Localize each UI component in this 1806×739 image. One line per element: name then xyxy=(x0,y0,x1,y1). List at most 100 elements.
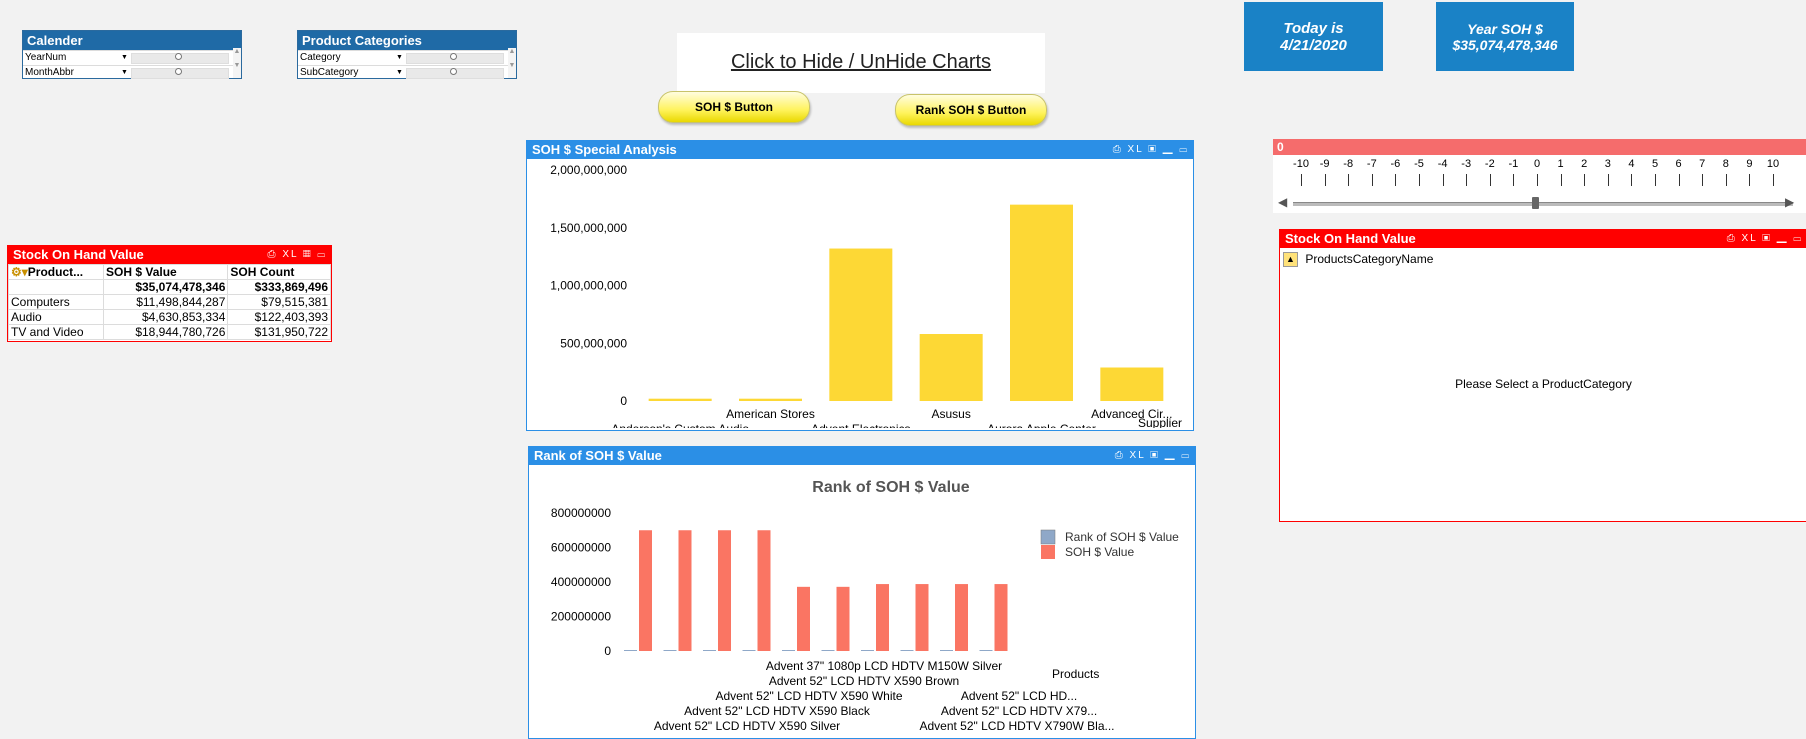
xl-export-icon[interactable]: XL xyxy=(282,249,298,260)
chart-icon[interactable]: ▦ xyxy=(303,249,313,260)
dimension-row[interactable]: ▲ ProductsCategoryName xyxy=(1283,252,1433,268)
legend-swatch xyxy=(1040,529,1056,545)
xl-export-icon[interactable]: XL xyxy=(1742,233,1758,244)
column-header[interactable]: SOH Count xyxy=(227,264,331,280)
toggle-charts-link[interactable]: Click to Hide / UnHide Charts xyxy=(731,51,991,74)
maximize-icon[interactable]: ▭ xyxy=(1793,233,1803,244)
table-row[interactable]: TV and Video $18,944,780,726 $131,950,72… xyxy=(8,324,331,340)
ruler-tick xyxy=(1513,174,1515,186)
print-icon[interactable]: ⎙ xyxy=(1115,450,1125,461)
scrollbar[interactable]: ▲ ▼ xyxy=(508,48,516,78)
rank-soh-button[interactable]: Rank SOH $ Button xyxy=(895,94,1047,126)
table-row[interactable]: Audio $4,630,853,334 $122,403,393 xyxy=(8,309,331,325)
x-tick-label: Advent 52" LCD HDTV X790W Bla... xyxy=(919,719,1114,733)
print-icon[interactable]: ⎙ xyxy=(268,249,278,260)
slider-knob-icon[interactable] xyxy=(175,68,182,75)
chart-title: Rank of SOH $ Value xyxy=(812,479,969,496)
slider-thumb[interactable] xyxy=(1532,197,1539,209)
column-header[interactable]: ⚙▾Product... xyxy=(8,264,104,280)
slider-track[interactable] xyxy=(1293,202,1793,206)
ruler-tick xyxy=(1489,174,1491,186)
x-axis-label: Supplier xyxy=(1138,416,1182,428)
print-icon[interactable]: ⎙ xyxy=(1727,233,1737,244)
table-cell[interactable]: TV and Video xyxy=(8,324,104,340)
ruler-tick xyxy=(1773,174,1774,186)
maximize-icon[interactable]: ▭ xyxy=(1181,450,1191,461)
maximize-icon[interactable]: ▭ xyxy=(1179,144,1189,155)
today-date: 4/21/2020 xyxy=(1280,36,1347,54)
toggle-charts-box[interactable]: Click to Hide / UnHide Charts xyxy=(677,33,1045,93)
y-tick-label: 1,000,000,000 xyxy=(550,279,627,293)
slider-right-arrow-icon[interactable]: ▶ xyxy=(1785,195,1794,209)
scrollbar[interactable]: ▲ ▼ xyxy=(233,48,241,78)
x-tick-label: Advent 52" LCD HDTV X590 Silver xyxy=(654,719,840,733)
table-cell[interactable]: Computers xyxy=(8,294,104,310)
dropdown-arrow-icon[interactable]: ▼ xyxy=(121,66,128,80)
ruler-tick-label: 5 xyxy=(1651,158,1659,170)
slider-knob-icon[interactable] xyxy=(175,53,182,60)
category-row[interactable]: Category ▼ xyxy=(298,50,516,65)
rank-title: Rank of SOH $ Value xyxy=(534,448,662,463)
ruler-tick xyxy=(1607,174,1609,186)
bar xyxy=(739,398,802,401)
year-soh-label: Year SOH $ xyxy=(1467,20,1543,37)
table-cell xyxy=(8,279,104,295)
x-tick-label: Advent 52" LCD HDTV X590 Black xyxy=(684,704,871,718)
dropdown-arrow-icon[interactable]: ▼ xyxy=(396,66,403,80)
maximize-icon[interactable]: ▭ xyxy=(317,249,327,260)
x-tick-label: Advent 52" LCD HDTV X590 Brown xyxy=(769,674,959,688)
bar-soh-value xyxy=(797,586,810,651)
y-tick-label: 0 xyxy=(620,394,627,408)
ruler-tick-label: -8 xyxy=(1343,158,1354,170)
rank-chart: Rank of SOH $ Value 800000000 600000000 400… xyxy=(551,479,1179,733)
product-categories-listbox: Product Categories Category ▼ SubCategor… xyxy=(297,30,517,79)
ruler-tick-label: -10 xyxy=(1293,158,1309,170)
product-categories-title: Product Categories xyxy=(298,31,516,50)
slider-left-arrow-icon[interactable]: ◀ xyxy=(1278,195,1287,209)
calendar-yearnum-row[interactable]: YearNum ▼ xyxy=(23,50,241,65)
fit-icon[interactable]: ▣ xyxy=(1148,144,1158,155)
slider-knob-icon[interactable] xyxy=(450,53,457,60)
bar-soh-value xyxy=(994,584,1008,651)
x-tick-label: Anderson's Custom Audio xyxy=(611,422,749,428)
table-row[interactable]: Computers $11,498,844,287 $79,515,381 xyxy=(8,294,331,310)
dropdown-arrow-icon[interactable]: ▼ xyxy=(396,51,403,65)
legend-swatch xyxy=(1041,545,1055,559)
sort-icon[interactable]: ⚙▾ xyxy=(11,265,28,279)
xl-export-icon[interactable]: XL xyxy=(1130,450,1146,461)
ruler-tick xyxy=(1442,174,1444,186)
xl-export-icon[interactable]: XL xyxy=(1128,144,1144,155)
caption-tools[interactable]: ⎙ XL ▦ ▭ xyxy=(268,246,327,264)
soh-button[interactable]: SOH $ Button xyxy=(658,91,810,123)
column-header[interactable]: SOH $ Value xyxy=(102,264,229,280)
drill-up-icon[interactable]: ▲ xyxy=(1283,252,1298,268)
subcategory-row[interactable]: SubCategory ▼ xyxy=(298,65,516,80)
minimize-icon[interactable]: ▁ xyxy=(1777,233,1789,244)
table-cell: $79,515,381 xyxy=(227,294,331,310)
minimize-icon[interactable]: ▁ xyxy=(1165,450,1177,461)
empty-message: Please Select a ProductCategory xyxy=(1455,377,1632,391)
table-cell[interactable]: Audio xyxy=(8,309,104,325)
stock-table-caption: Stock On Hand Value ⎙ XL ▦ ▭ xyxy=(8,246,331,264)
caption-tools[interactable]: ⎙ XL ▣ ▁ ▭ xyxy=(1727,230,1803,248)
fit-icon[interactable]: ▣ xyxy=(1762,233,1772,244)
slider-knob-icon[interactable] xyxy=(450,68,457,75)
ruler-tick xyxy=(1749,174,1751,186)
caption-tools[interactable]: ⎙ XL ▣ ▁ ▭ xyxy=(1113,141,1189,159)
rank-caption: Rank of SOH $ Value ⎙ XL ▣ ▁ ▭ xyxy=(529,447,1195,465)
monthabbr-label: MonthAbbr xyxy=(25,67,74,78)
print-icon[interactable]: ⎙ xyxy=(1113,144,1123,155)
stock-right-title: Stock On Hand Value xyxy=(1285,231,1416,246)
ruler-tick xyxy=(1725,174,1727,186)
calendar-monthabbr-row[interactable]: MonthAbbr ▼ xyxy=(23,65,241,80)
y-tick-label: 500,000,000 xyxy=(560,336,627,350)
caption-tools[interactable]: ⎙ XL ▣ ▁ ▭ xyxy=(1115,447,1191,465)
dropdown-arrow-icon[interactable]: ▼ xyxy=(121,51,128,65)
y-tick-label: 0 xyxy=(604,644,611,658)
ruler-tick xyxy=(1702,174,1704,186)
ruler-tick-label: -1 xyxy=(1508,158,1519,170)
x-tick-label: Advent Electronics xyxy=(811,422,910,428)
minimize-icon[interactable]: ▁ xyxy=(1163,144,1175,155)
fit-icon[interactable]: ▣ xyxy=(1150,450,1160,461)
rank-panel: Rank of SOH $ Value ⎙ XL ▣ ▁ ▭ Rank of S… xyxy=(528,446,1196,739)
